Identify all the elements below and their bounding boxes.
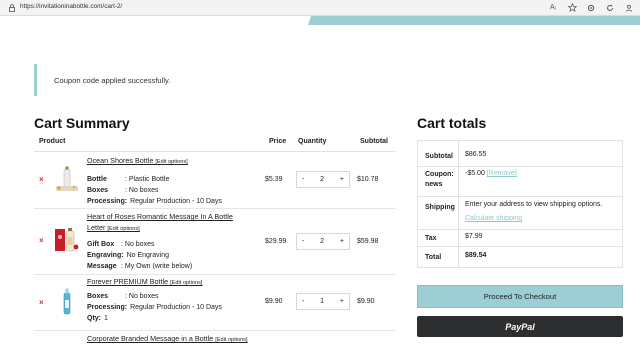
- product-options: Gift Box : No boxes Engraving: No Engravin…: [87, 239, 192, 272]
- option-label: Processing:: [87, 198, 128, 205]
- col-header-subtotal: Subtotal: [360, 138, 388, 145]
- increment-button[interactable]: +: [340, 298, 344, 305]
- option-label: Boxes: [87, 187, 109, 194]
- totals-row-shipping: Shipping Enter your address to view ship…: [418, 197, 622, 230]
- item-price: $5.39: [265, 176, 283, 183]
- option-label: Message: [87, 263, 117, 270]
- paypal-button[interactable]: PayPal: [417, 316, 623, 337]
- totals-row-total: Total $89.54: [418, 247, 622, 267]
- decrement-button[interactable]: -: [302, 238, 304, 245]
- product-options: Bottle : Plastic Bottle Boxes : No boxes P…: [87, 174, 222, 207]
- shipping-text: Enter your address to view shipping opti…: [465, 201, 603, 208]
- option-value: : No boxes: [121, 241, 155, 248]
- shipping-label: Shipping: [425, 204, 455, 211]
- edit-options-link[interactable]: [Edit options]: [170, 280, 202, 286]
- quantity-stepper[interactable]: - 1 +: [296, 293, 350, 310]
- settings-icon[interactable]: [586, 2, 596, 13]
- product-options: Boxes : No boxes Processing: Regular Produ…: [87, 291, 222, 324]
- option-value: Regular Production - 10 Days: [130, 198, 222, 205]
- remove-item-button[interactable]: ×: [39, 175, 44, 184]
- edit-options-link[interactable]: [Edit options]: [155, 159, 187, 165]
- totals-row-subtotal: Subtotal $86.55: [418, 141, 622, 167]
- proceed-to-checkout-button[interactable]: Proceed To Checkout: [417, 285, 623, 308]
- subtotal-label: Subtotal: [425, 153, 453, 160]
- calculate-shipping-link[interactable]: Calculate shipping: [465, 214, 522, 224]
- coupon-value: -$5.00 [Remove]: [465, 170, 517, 177]
- option-value: : No boxes: [125, 293, 159, 300]
- remove-coupon-link[interactable]: [Remove]: [487, 170, 517, 177]
- decrement-button[interactable]: -: [302, 176, 304, 183]
- option-label: Gift Box: [87, 241, 115, 248]
- item-price: $29.99: [265, 238, 287, 245]
- subtotal-value: $86.55: [465, 151, 487, 158]
- cart-totals-heading: Cart totals: [417, 115, 487, 131]
- table-row: Corporate Branded Message in a Bottle [E…: [34, 331, 396, 346]
- option-value: Regular Production - 10 Days: [130, 304, 222, 311]
- increment-button[interactable]: +: [340, 176, 344, 183]
- edit-options-link[interactable]: [Edit options]: [215, 337, 247, 343]
- favorite-star-icon[interactable]: [567, 2, 577, 13]
- read-aloud-icon[interactable]: A): [548, 2, 558, 13]
- col-header-price: Price: [269, 138, 287, 145]
- remove-item-button[interactable]: ×: [39, 236, 44, 245]
- table-row: × Forever PREMIUM Bottle [Edit options] …: [34, 275, 396, 331]
- cart-summary-heading: Cart Summary: [34, 115, 130, 131]
- product-thumbnail[interactable]: [52, 287, 82, 315]
- option-label: Boxes: [87, 293, 109, 300]
- option-label: Qty:: [87, 315, 101, 322]
- profile-icon[interactable]: [624, 2, 634, 13]
- option-label: Bottle: [87, 176, 107, 183]
- option-value: : No boxes: [125, 187, 159, 194]
- table-row: × Ocean Shores Bottle [Edit options] Bot…: [34, 152, 396, 209]
- option-label: Processing:: [87, 304, 128, 311]
- coupon-label: Coupon: news: [425, 171, 454, 188]
- cart-totals-table: Subtotal $86.55 Coupon: news -$5.00 [Rem…: [417, 140, 623, 268]
- product-name-link[interactable]: Corporate Branded Message in a Bottle [E…: [87, 334, 248, 343]
- total-label: Total: [425, 254, 442, 261]
- coupon-success-notice: Coupon code applied successfully.: [34, 64, 394, 96]
- item-subtotal: $10.78: [357, 176, 379, 183]
- product-name-link[interactable]: Heart of Roses Romantic Message In A Bot…: [87, 211, 247, 235]
- lock-icon: [9, 4, 15, 12]
- item-subtotal: $9.90: [357, 298, 375, 305]
- item-subtotal: $59.98: [357, 238, 379, 245]
- quantity-value[interactable]: 2: [320, 176, 324, 183]
- col-header-quantity: Quantity: [298, 138, 327, 145]
- product-name-link[interactable]: Ocean Shores Bottle [Edit options]: [87, 156, 188, 165]
- remove-item-button[interactable]: ×: [39, 298, 44, 307]
- product-name-link[interactable]: Forever PREMIUM Bottle [Edit options]: [87, 277, 202, 286]
- item-price: $9.90: [265, 298, 283, 305]
- option-value: No Engraving: [126, 252, 169, 259]
- tax-value: $7.99: [465, 233, 483, 240]
- total-value: $89.54: [465, 252, 487, 259]
- col-header-product: Product: [39, 138, 66, 145]
- quantity-stepper[interactable]: - 2 +: [296, 171, 350, 188]
- address-bar[interactable]: https://invitationinabottle.com/cart-2/: [20, 3, 122, 10]
- refresh-icon[interactable]: [605, 2, 615, 13]
- decrement-button[interactable]: -: [302, 298, 304, 305]
- tax-label: Tax: [425, 235, 437, 242]
- quantity-stepper[interactable]: - 2 +: [296, 233, 350, 250]
- notice-text: Coupon code applied successfully.: [54, 76, 171, 85]
- header-banner-strip: [308, 16, 640, 25]
- browser-toolbar: https://invitationinabottle.com/cart-2/ …: [0, 0, 640, 16]
- product-thumbnail[interactable]: [52, 225, 82, 253]
- option-value: : My Own (write below): [121, 263, 193, 270]
- option-value: : Plastic Bottle: [125, 176, 170, 183]
- product-thumbnail[interactable]: [52, 166, 82, 194]
- increment-button[interactable]: +: [340, 238, 344, 245]
- edit-options-link[interactable]: [Edit options]: [107, 226, 139, 232]
- option-label: Engraving:: [87, 252, 124, 259]
- totals-row-coupon: Coupon: news -$5.00 [Remove]: [418, 167, 622, 197]
- option-value: 1: [104, 315, 108, 322]
- totals-row-tax: Tax $7.99: [418, 230, 622, 247]
- quantity-value[interactable]: 2: [320, 238, 324, 245]
- quantity-value[interactable]: 1: [320, 298, 324, 305]
- table-row: × Heart of Roses Romantic Message In A B…: [34, 209, 396, 275]
